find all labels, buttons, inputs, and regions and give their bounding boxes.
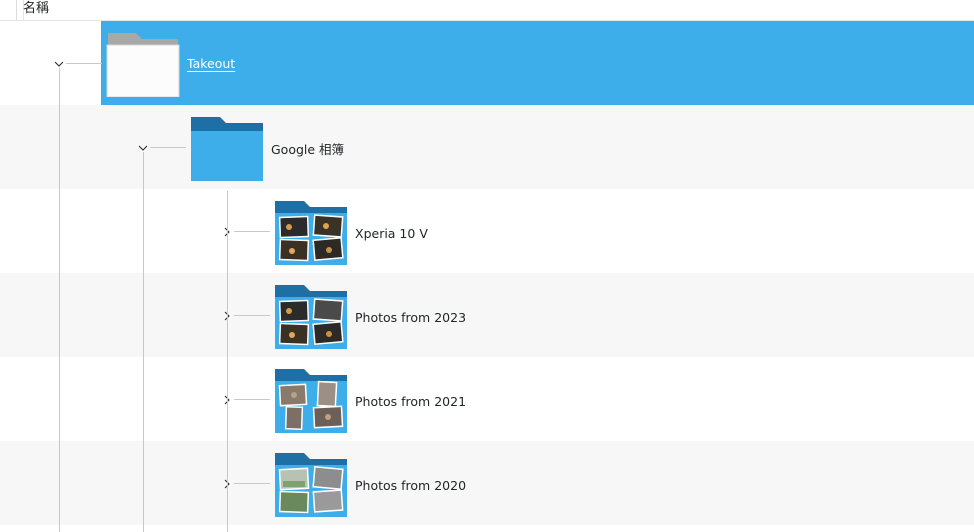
tree-row-xperia[interactable]: Xperia 10 V — [0, 189, 974, 273]
tree-row-photos-2020[interactable]: Photos from 2020 — [0, 441, 974, 525]
tree-branch-line — [234, 315, 270, 316]
tree-item-label: Photos from 2020 — [355, 478, 467, 493]
tree-branch-line — [234, 483, 270, 484]
folder-icon — [275, 453, 347, 517]
folder-icon — [275, 285, 347, 349]
name-column-label: 名稱 — [23, 1, 50, 16]
folder-icon — [106, 33, 180, 97]
tree-row-takeout[interactable]: Takeout — [0, 21, 974, 105]
folder-icon — [275, 369, 347, 433]
folder-icon — [275, 201, 347, 265]
tree-guide-line-level-1 — [143, 152, 144, 532]
tree-branch-line — [66, 63, 102, 64]
column-header: 名稱 — [0, 0, 974, 21]
tree-item-label: Google 相簿 — [271, 142, 345, 157]
tree-guide-line-level-2 — [227, 191, 228, 532]
file-tree-view[interactable]: 名稱 Takeout Google 相簿 Xperia 10 V Photos … — [0, 0, 974, 532]
folder-icon — [191, 117, 263, 181]
tree-branch-line — [234, 399, 270, 400]
tree-item-label: Photos from 2023 — [355, 310, 467, 325]
tree-row-google-photos[interactable]: Google 相簿 — [0, 105, 974, 189]
tree-item-label: Takeout — [187, 56, 236, 71]
tree-row-photos-2023[interactable]: Photos from 2023 — [0, 273, 974, 357]
tree-branch-line — [234, 231, 270, 232]
tree-row-photos-2021[interactable]: Photos from 2021 — [0, 357, 974, 441]
tree-branch-line — [150, 147, 186, 148]
tree-guide-line-level-0 — [59, 68, 60, 532]
tree-item-label: Photos from 2021 — [355, 394, 467, 409]
tree-item-label: Xperia 10 V — [355, 226, 428, 241]
name-column-header[interactable]: 名稱 — [0, 0, 49, 20]
